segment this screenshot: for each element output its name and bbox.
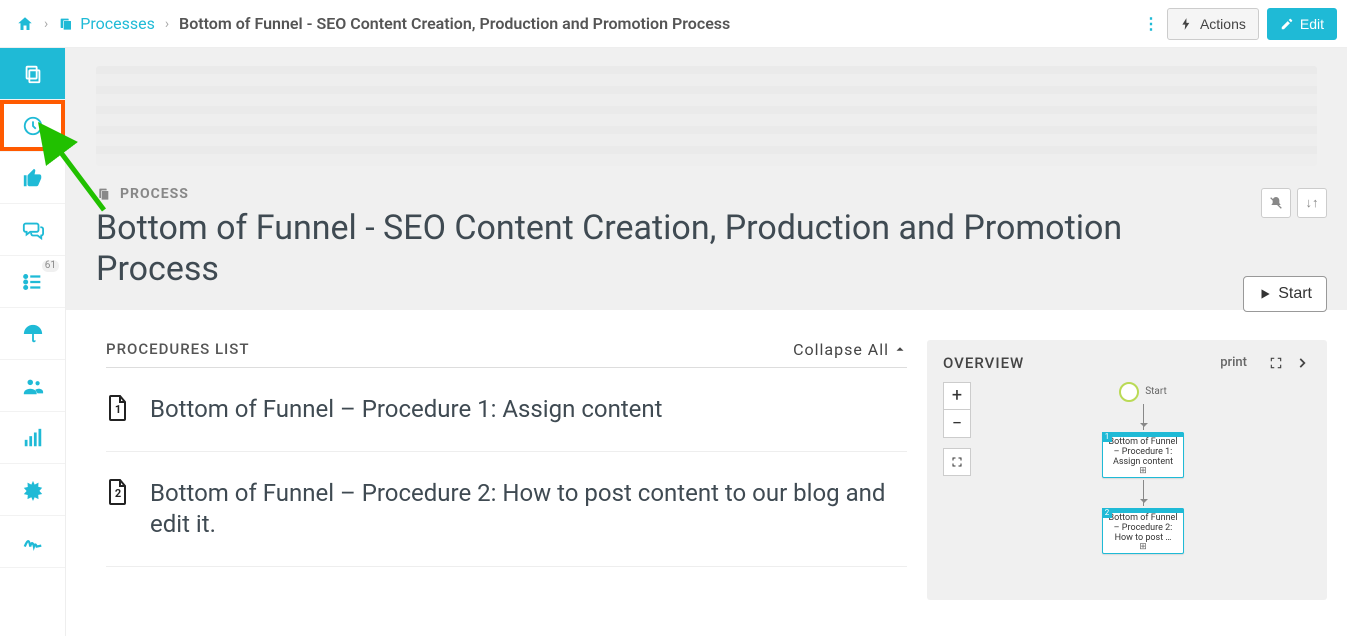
topbar: › Processes › Bottom of Funnel - SEO Con… (0, 0, 1347, 48)
procedure-title[interactable]: Bottom of Funnel – Procedure 2: How to p… (150, 478, 907, 540)
breadcrumb-current: Bottom of Funnel - SEO Content Creation,… (179, 14, 730, 33)
edit-icon (1280, 17, 1294, 31)
sidebar-item-people[interactable] (0, 360, 65, 412)
edit-label: Edit (1300, 16, 1324, 32)
document-icon: 2 (106, 478, 130, 506)
home-link[interactable] (16, 15, 34, 33)
checklist-icon (22, 271, 44, 293)
content-row: PROCEDURES LIST Collapse All 1 Bottom of… (66, 310, 1347, 600)
zoom-in-button[interactable]: + (943, 382, 971, 410)
start-circle-icon (1119, 382, 1139, 402)
procedure-number: 2 (106, 478, 130, 506)
stack-icon (58, 16, 74, 32)
clock-icon (22, 115, 44, 137)
procedure-item[interactable]: 2 Bottom of Funnel – Procedure 2: How to… (106, 452, 907, 567)
flow-node[interactable]: 2 Bottom of Funnel – Procedure 2: How to… (1102, 508, 1184, 554)
sort-button[interactable]: ↓↑ (1297, 188, 1327, 218)
topbar-actions: ⋮ Actions Edit (1143, 8, 1337, 40)
start-label: Start (1278, 285, 1312, 303)
sidebar-item-risk[interactable] (0, 308, 65, 360)
next-button[interactable] (1293, 354, 1311, 372)
flow-node-text: Bottom of Funnel – Procedure 1: Assign c… (1108, 437, 1177, 467)
zoom-out-button[interactable]: − (943, 410, 971, 438)
sidebar-item-settings[interactable] (0, 464, 65, 516)
sidebar-item-history[interactable] (0, 100, 65, 152)
procedure-item[interactable]: 1 Bottom of Funnel – Procedure 1: Assign… (106, 368, 907, 452)
bar-chart-icon (22, 427, 44, 449)
actions-label: Actions (1200, 16, 1246, 32)
procedure-number: 1 (106, 394, 130, 422)
expand-node-icon[interactable]: ⊞ (1139, 542, 1147, 552)
start-button[interactable]: Start (1243, 276, 1327, 312)
sidebar-item-activity[interactable] (0, 516, 65, 568)
chevron-right-icon (1295, 356, 1309, 370)
overview-panel: OVERVIEW print + − (927, 340, 1327, 600)
checklist-badge: 61 (42, 260, 59, 272)
chevron-right-icon: › (44, 16, 48, 32)
zoom-fit-button[interactable] (943, 448, 971, 476)
chevron-up-icon (893, 342, 907, 356)
expand-icon (1269, 356, 1283, 370)
zoom-controls: + − (943, 382, 971, 476)
page-title: Bottom of Funnel - SEO Content Creation,… (96, 208, 1146, 290)
sidebar-item-approvals[interactable] (0, 152, 65, 204)
fullscreen-icon (951, 456, 963, 468)
hero-banner (96, 66, 1317, 166)
flow-node[interactable]: 1 Bottom of Funnel – Procedure 1: Assign… (1102, 432, 1184, 478)
umbrella-icon (22, 323, 44, 345)
kebab-menu[interactable]: ⋮ (1143, 14, 1159, 33)
chevron-right-icon: › (165, 16, 169, 32)
edit-button[interactable]: Edit (1267, 8, 1337, 40)
print-link[interactable]: print (1220, 355, 1247, 370)
bell-off-icon (1268, 195, 1284, 211)
flowchart: Start 1 Bottom of Funnel – Procedure 1: … (1083, 382, 1203, 554)
expand-node-icon[interactable]: ⊞ (1139, 466, 1147, 476)
home-icon (16, 15, 34, 33)
procedure-title[interactable]: Bottom of Funnel – Procedure 1: Assign c… (150, 394, 663, 425)
procedures-heading: PROCEDURES LIST (106, 340, 250, 358)
hero-tag: PROCESS (96, 186, 1317, 202)
overview-header: OVERVIEW print (943, 354, 1311, 372)
flow-arrow-icon (1143, 480, 1144, 506)
hero: PROCESS Bottom of Funnel - SEO Content C… (66, 48, 1347, 310)
play-icon (1258, 287, 1272, 301)
sidebar-item-discussion[interactable] (0, 204, 65, 256)
flow-arrow-icon (1143, 404, 1144, 430)
sidebar-item-analytics[interactable] (0, 412, 65, 464)
hero-start-wrap: Start (1243, 276, 1327, 312)
flow-start-label: Start (1145, 386, 1167, 397)
overview-heading: OVERVIEW (943, 354, 1024, 372)
thumbs-up-icon (22, 167, 44, 189)
flow-node-text: Bottom of Funnel – Procedure 2: How to p… (1108, 513, 1177, 543)
procedures-header: PROCEDURES LIST Collapse All (106, 340, 907, 368)
burst-icon (22, 479, 44, 501)
hero-tool-row: ↓↑ (1261, 188, 1327, 218)
actions-button[interactable]: Actions (1167, 8, 1259, 40)
bolt-icon (1180, 17, 1194, 31)
expand-button[interactable] (1267, 354, 1285, 372)
people-icon (22, 375, 44, 397)
chat-icon (22, 219, 44, 241)
processes-link[interactable]: Processes (58, 14, 155, 33)
sidebar: 61 (0, 48, 66, 636)
procedures-column: PROCEDURES LIST Collapse All 1 Bottom of… (106, 340, 907, 600)
signature-icon (22, 531, 44, 553)
main: PROCESS Bottom of Funnel - SEO Content C… (66, 48, 1347, 636)
overview-canvas[interactable]: + − Start 1 Bott (943, 382, 1311, 586)
collapse-all-label: Collapse All (793, 340, 889, 359)
sidebar-item-overview[interactable] (0, 48, 65, 100)
document-icon: 1 (106, 394, 130, 422)
flow-start-node[interactable]: Start (1119, 382, 1167, 402)
flow-node-index: 1 (1102, 432, 1112, 442)
hero-tag-text: PROCESS (120, 186, 189, 202)
breadcrumb: › Processes › Bottom of Funnel - SEO Con… (16, 14, 1143, 33)
copy-icon (22, 63, 44, 85)
flow-node-index: 2 (1102, 508, 1112, 518)
collapse-all-link[interactable]: Collapse All (793, 340, 907, 359)
stack-icon (96, 186, 112, 202)
mute-button[interactable] (1261, 188, 1291, 218)
breadcrumb-section: Processes (80, 14, 155, 33)
sidebar-item-checklist[interactable]: 61 (0, 256, 65, 308)
